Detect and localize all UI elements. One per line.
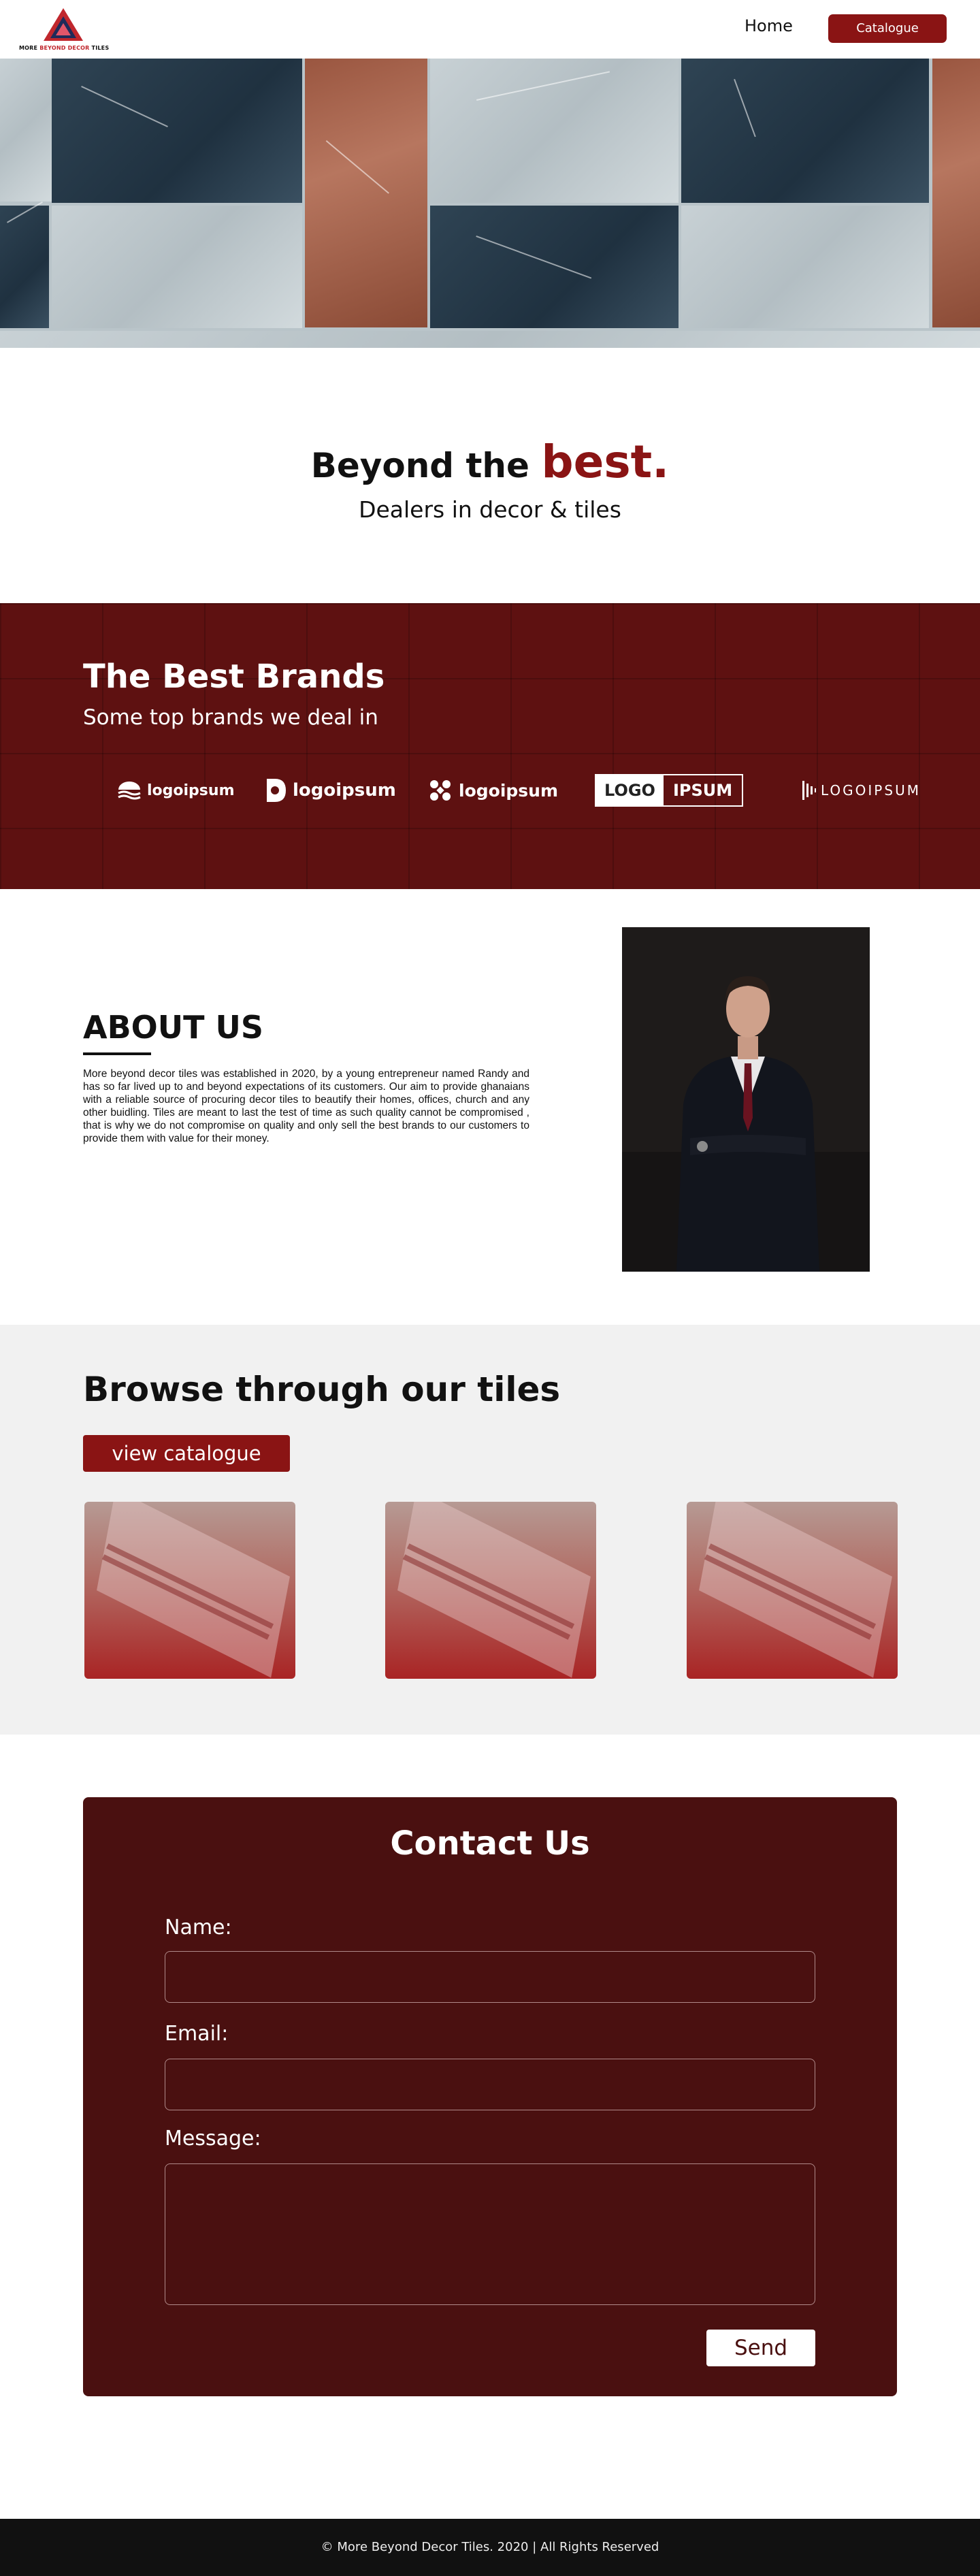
message-label: Message: <box>165 2127 261 2151</box>
wave-logo-icon <box>118 782 141 800</box>
brand-logo-4-text-a: LOGO <box>596 775 664 805</box>
tagline-accent: best. <box>541 436 670 488</box>
brands-background-pattern <box>0 603 980 889</box>
brand-logo[interactable]: MORE BEYOND DECOR TILES <box>19 7 110 54</box>
brand-logo-3-text: logoipsum <box>459 780 559 801</box>
tiles-section: Browse through our tiles view catalogue <box>0 1325 980 1735</box>
brand-logo-2-text: logoipsum <box>293 780 396 801</box>
brand-logo-5: LOGOIPSUM <box>802 773 921 807</box>
founder-photo <box>622 927 870 1272</box>
d-logo-icon <box>267 779 286 802</box>
send-button[interactable]: Send <box>706 2330 815 2366</box>
tagline-lead: Beyond the <box>310 446 529 485</box>
tiles-title: Browse through our tiles <box>83 1370 561 1409</box>
email-field[interactable] <box>165 2059 815 2110</box>
about-underline <box>83 1052 151 1055</box>
top-nav: MORE BEYOND DECOR TILES Home Catalogue <box>0 0 980 59</box>
tagline-subtitle: Dealers in decor & tiles <box>359 496 621 523</box>
nav-home-link[interactable]: Home <box>745 16 793 35</box>
tagline-section: Beyond the best. Dealers in decor & tile… <box>0 436 980 523</box>
brand-logo-5-text: LOGOIPSUM <box>821 782 921 799</box>
about-paragraph: More beyond decor tiles was established … <box>83 1068 529 1144</box>
brands-subtitle: Some top brands we deal in <box>83 705 378 730</box>
dots-logo-icon <box>430 780 451 801</box>
view-catalogue-button[interactable]: view catalogue <box>83 1435 290 1472</box>
brand-logo-4-text-b: IPSUM <box>672 781 733 800</box>
bars-logo-icon <box>802 781 816 800</box>
message-field[interactable] <box>165 2163 815 2305</box>
name-field[interactable] <box>165 1951 815 2003</box>
brand-logo-3: logoipsum <box>427 773 558 807</box>
person-silhouette-icon <box>622 927 870 1272</box>
brand-logo-4: LOGO IPSUM <box>595 773 744 807</box>
contact-title: Contact Us <box>390 1824 590 1863</box>
triangle-logo-icon <box>44 8 83 41</box>
tile-card[interactable] <box>84 1502 295 1679</box>
brand-logo-2: logoipsum <box>265 773 396 807</box>
logo-word-tiles: TILES <box>91 45 110 51</box>
logo-word-beyond: BEYOND DECOR <box>39 45 90 51</box>
brand-logo-1: logoipsum <box>117 773 235 807</box>
logo-wordmark: MORE BEYOND DECOR TILES <box>19 45 110 51</box>
contact-form: Contact Us Name: Email: Message: Send <box>83 1797 897 2396</box>
hero-tiles-image <box>0 59 980 348</box>
brands-section: The Best Brands Some top brands we deal … <box>0 603 980 889</box>
name-label: Name: <box>165 1916 232 1939</box>
tagline-heading: Beyond the best. <box>0 436 980 488</box>
logo-word-more: MORE <box>19 45 38 51</box>
logo-ipsum-box: LOGO IPSUM <box>595 774 744 807</box>
tile-card[interactable] <box>385 1502 596 1679</box>
about-title: ABOUT US <box>83 1009 263 1046</box>
footer: © More Beyond Decor Tiles. 2020 | All Ri… <box>0 2519 980 2576</box>
brand-logo-1-text: logoipsum <box>147 782 235 799</box>
brands-title: The Best Brands <box>83 658 385 696</box>
tile-card[interactable] <box>687 1502 898 1679</box>
footer-copyright: © More Beyond Decor Tiles. 2020 | All Ri… <box>321 2540 659 2554</box>
catalogue-button[interactable]: Catalogue <box>828 14 947 43</box>
email-label: Email: <box>165 2022 229 2046</box>
